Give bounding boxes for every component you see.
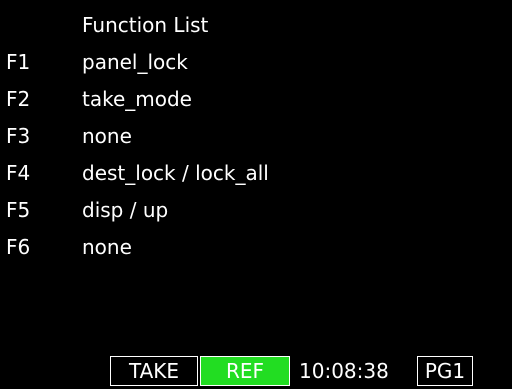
- function-row-f3[interactable]: F3 none: [0, 118, 512, 154]
- function-name: none: [82, 124, 132, 148]
- function-row-f1[interactable]: F1 panel_lock: [0, 44, 512, 80]
- function-key-label: F5: [6, 198, 31, 222]
- ref-button[interactable]: REF: [200, 356, 290, 386]
- function-list-screen: Function List F1 panel_lock F2 take_mode…: [0, 0, 512, 389]
- function-key-label: F2: [6, 87, 31, 111]
- function-key-label: F6: [6, 235, 31, 259]
- function-row-f5[interactable]: F5 disp / up: [0, 192, 512, 228]
- function-row-f2[interactable]: F2 take_mode: [0, 81, 512, 117]
- take-button[interactable]: TAKE: [110, 356, 198, 386]
- function-name: take_mode: [82, 87, 192, 111]
- function-key-label: F1: [6, 50, 31, 74]
- page-button[interactable]: PG1: [417, 356, 473, 386]
- function-name: none: [82, 235, 132, 259]
- function-key-label: F3: [6, 124, 31, 148]
- function-row-f4[interactable]: F4 dest_lock / lock_all: [0, 155, 512, 191]
- page-title: Function List: [82, 13, 209, 37]
- function-key-label: F4: [6, 161, 31, 185]
- function-name: panel_lock: [82, 50, 188, 74]
- function-name: disp / up: [82, 198, 169, 222]
- function-row-f6[interactable]: F6 none: [0, 229, 512, 265]
- clock-display: 10:08:38: [299, 359, 389, 383]
- function-name: dest_lock / lock_all: [82, 161, 269, 185]
